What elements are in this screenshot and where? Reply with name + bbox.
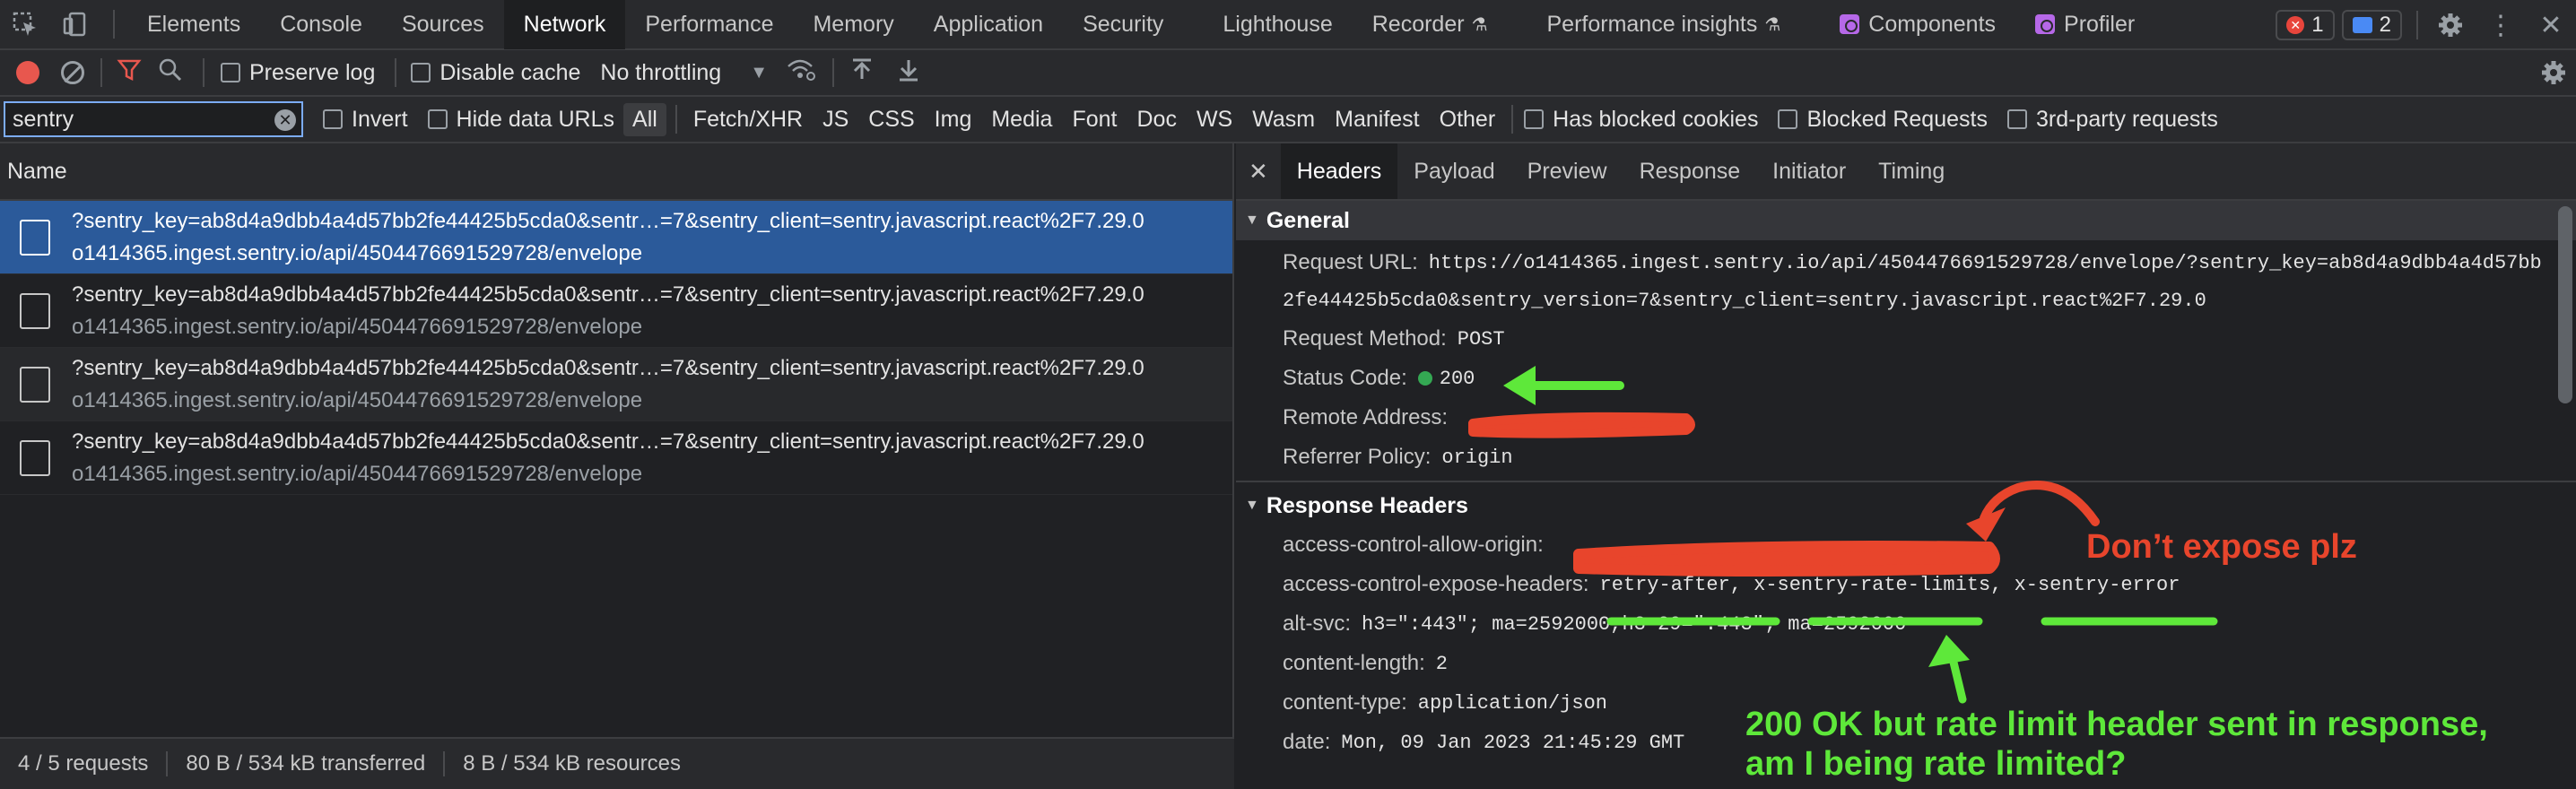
redaction-allow-origin xyxy=(1573,541,2000,577)
annotation-overlay: Don’t expose plz 200 OK but rate limit h… xyxy=(1468,366,2488,783)
green-note-line1: 200 OK but rate limit header sent in res… xyxy=(1745,706,2488,743)
green-arrowhead-icon xyxy=(1503,366,1536,405)
red-arrow-icon xyxy=(1980,481,2100,526)
red-note: Don’t expose plz xyxy=(2086,528,2357,566)
green-up-arrowhead-icon xyxy=(1928,635,1970,667)
green-note-line2: am I being rate limited? xyxy=(1745,745,2126,783)
redaction-remote-address xyxy=(1468,412,1695,438)
